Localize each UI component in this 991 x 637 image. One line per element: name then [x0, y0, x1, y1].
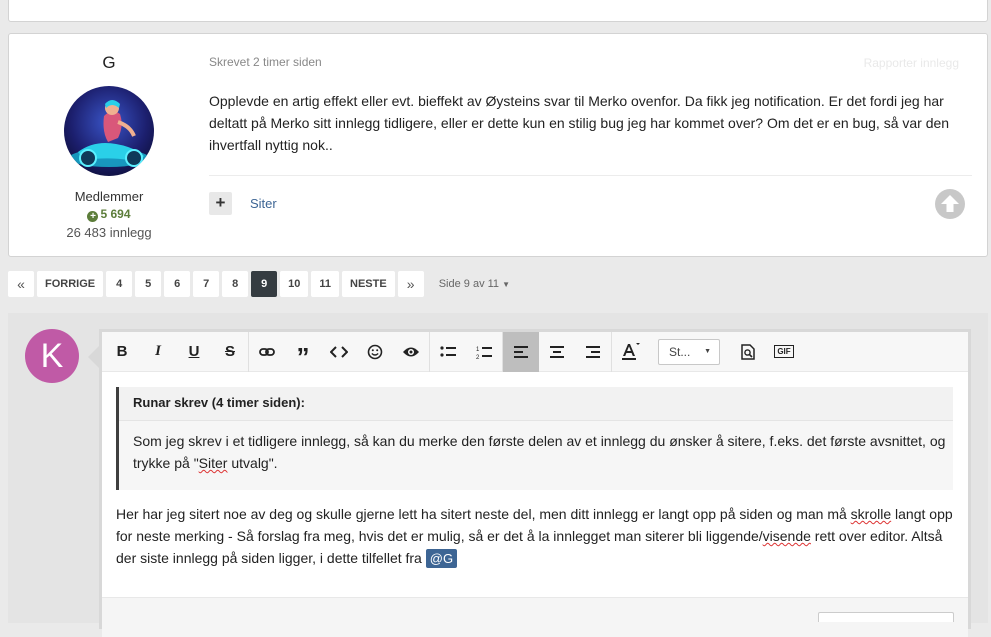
align-right-button[interactable]: [575, 332, 611, 372]
eye-icon: [403, 347, 419, 356]
reputation-badge: +5 694: [9, 207, 209, 222]
text-color-icon: [622, 342, 640, 360]
reputation-value: 5 694: [100, 207, 131, 221]
text-color-button[interactable]: [612, 332, 648, 372]
preview-icon: [741, 343, 755, 360]
spellcheck-word: skrolle: [850, 506, 892, 522]
page-info-label: Side 9 av 11: [438, 278, 500, 290]
italic-button[interactable]: I: [140, 332, 176, 372]
rich-text-editor[interactable]: B I U S ” 12 St... ▼ GIF Runar skrev (4 …: [99, 329, 971, 637]
report-post-link[interactable]: Rapporter innlegg: [864, 56, 959, 70]
post-author-panel: G Medlemmer + 5 694 26 483 innlegg: [9, 34, 209, 256]
page-5[interactable]: 5: [135, 271, 162, 297]
prev-page-button[interactable]: FORRIGE: [37, 271, 104, 297]
editor-footer: [102, 597, 968, 637]
post-count: 26 483 innlegg: [66, 225, 152, 240]
align-left-button[interactable]: [503, 331, 539, 372]
smiley-icon: [367, 344, 383, 359]
plus-circle-icon: +: [87, 211, 99, 222]
page-jump-dropdown[interactable]: Side 9 av 11 ▼: [439, 278, 510, 290]
align-right-icon: [586, 345, 600, 358]
reply-text-part: Her har jeg sitert noe av deg og skulle …: [116, 506, 851, 522]
last-page-button[interactable]: »: [397, 271, 424, 297]
numbered-list-icon: 12: [476, 346, 492, 360]
italic-icon: I: [155, 343, 161, 359]
page-8[interactable]: 8: [222, 271, 249, 297]
page-7[interactable]: 7: [193, 271, 220, 297]
post-timestamp[interactable]: Skrevet 2 timer siden: [209, 55, 322, 69]
quote-citation: Runar skrev (4 timer siden):: [119, 387, 953, 421]
strikethrough-icon: S: [224, 343, 235, 360]
style-select-value: St...: [669, 344, 691, 359]
quote-text-part: utvalg".: [227, 455, 278, 471]
editor-toolbar: B I U S ” 12 St... ▼ GIF: [102, 331, 968, 372]
post-content: Opplevde en artig effekt eller evt. bief…: [209, 93, 950, 153]
underline-button[interactable]: U: [176, 332, 212, 372]
preview-button[interactable]: [730, 332, 766, 372]
link-button[interactable]: [249, 332, 285, 372]
forum-post: G Medlemmer + 5 694 26 483 innlegg Skrev…: [8, 33, 988, 257]
author-avatar[interactable]: [64, 86, 154, 176]
editor-pointer: [88, 346, 99, 368]
page-6[interactable]: 6: [164, 271, 191, 297]
member-group: Medlemmer: [74, 189, 144, 204]
pagination: « FORRIGE 4 5 6 7 8 9 10 11 NESTE » Side…: [8, 271, 510, 297]
gif-button[interactable]: GIF: [766, 332, 802, 372]
page-10[interactable]: 10: [280, 271, 309, 297]
page-4[interactable]: 4: [106, 271, 133, 297]
spellcheck-word: Siter: [198, 455, 228, 471]
numbered-list-button[interactable]: 12: [466, 332, 502, 372]
reply-area: K B I U S ” 12 St... ▼ GIF Runar skrev (…: [8, 313, 988, 637]
code-button[interactable]: [321, 332, 357, 372]
quote-icon: ”: [296, 341, 310, 372]
upvote-button[interactable]: [935, 189, 965, 219]
bold-button[interactable]: B: [104, 332, 140, 372]
align-center-button[interactable]: [539, 332, 575, 372]
align-left-icon: [514, 345, 528, 358]
quoted-block[interactable]: Runar skrev (4 timer siden): Som jeg skr…: [116, 387, 953, 490]
code-icon: [330, 345, 348, 358]
spellcheck-word: visende: [762, 528, 811, 544]
quote-button[interactable]: Siter: [250, 196, 277, 211]
arrow-up-icon: [941, 195, 959, 212]
quote-content: Som jeg skrev i et tidligere innlegg, så…: [133, 430, 948, 474]
link-icon: [259, 347, 275, 356]
multiquote-button[interactable]: +: [209, 192, 232, 215]
first-page-button[interactable]: «: [8, 271, 34, 297]
post-divider: [209, 175, 972, 176]
double-chevron-left-icon: «: [17, 276, 25, 292]
caret-down-icon: ▼: [502, 280, 511, 289]
bullet-list-icon: [440, 345, 456, 357]
double-chevron-right-icon: »: [406, 276, 415, 292]
page-11[interactable]: 11: [311, 271, 340, 297]
bold-icon: B: [116, 343, 128, 360]
previous-post-card: [8, 0, 988, 22]
editor-footer-button[interactable]: [818, 612, 954, 622]
spoiler-button[interactable]: [393, 332, 429, 372]
author-name[interactable]: G: [9, 53, 209, 73]
user-mention[interactable]: @G: [425, 549, 458, 568]
page-9-current[interactable]: 9: [251, 271, 278, 297]
gif-icon: GIF: [774, 345, 794, 358]
emoji-button[interactable]: [357, 332, 393, 372]
caret-down-icon: ▼: [704, 348, 711, 355]
bullet-list-button[interactable]: [430, 332, 466, 372]
quote-format-button[interactable]: ”: [285, 332, 321, 372]
align-center-icon: [550, 345, 564, 358]
next-page-button[interactable]: NESTE: [342, 271, 395, 297]
strikethrough-button[interactable]: S: [212, 332, 248, 372]
user-avatar: K: [25, 329, 79, 383]
style-select[interactable]: St... ▼: [658, 338, 720, 365]
svg-text:1: 1: [476, 347, 480, 353]
reply-content[interactable]: Her har jeg sitert noe av deg og skulle …: [116, 503, 956, 569]
underline-icon: U: [188, 343, 200, 360]
svg-text:2: 2: [476, 355, 480, 360]
